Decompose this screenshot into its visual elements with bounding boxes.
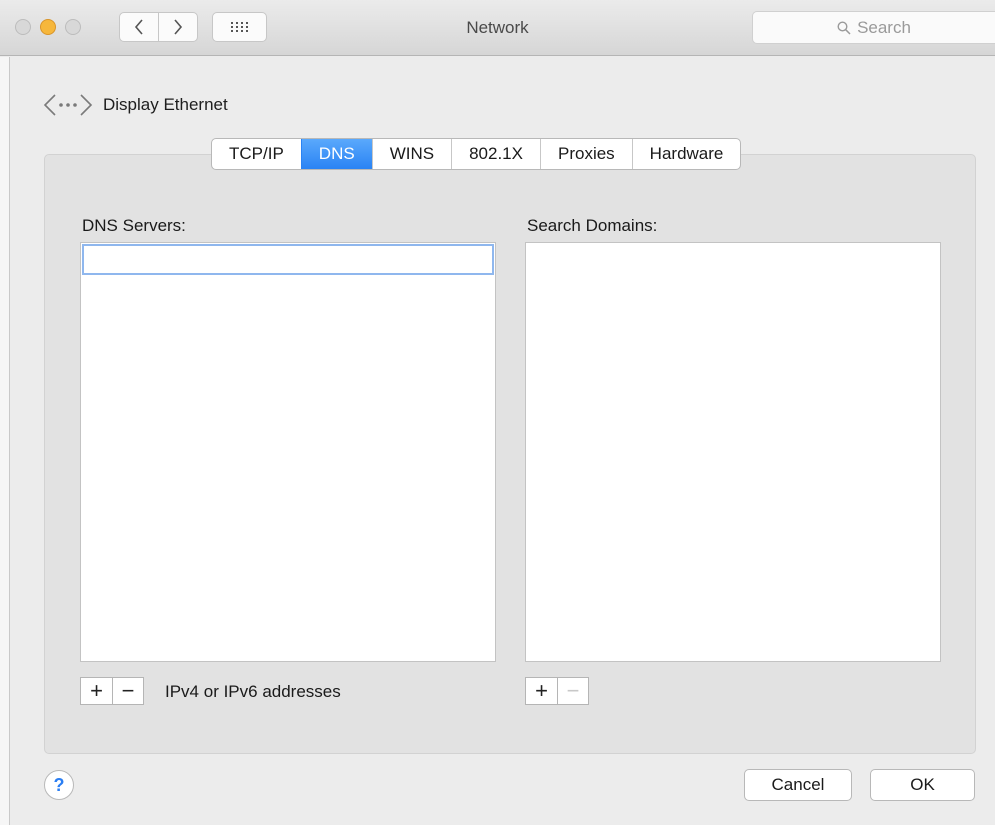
interface-name: Display Ethernet — [103, 95, 228, 114]
tab-hardware[interactable]: Hardware — [631, 139, 741, 169]
tab-wins[interactable]: WINS — [371, 139, 451, 169]
dns-servers-list[interactable] — [80, 242, 496, 662]
search-domains-label: Search Domains: — [527, 216, 658, 235]
dns-servers-label: DNS Servers: — [82, 216, 186, 235]
tab-dns[interactable]: DNS — [300, 139, 372, 169]
help-button[interactable]: ? — [44, 770, 74, 800]
add-search-domain-button[interactable]: + — [526, 678, 557, 704]
remove-search-domain-button[interactable]: − — [557, 678, 588, 704]
dns-servers-add-remove: + − — [80, 677, 144, 705]
dns-servers-hint: IPv4 or IPv6 addresses — [165, 682, 341, 701]
cancel-button[interactable]: Cancel — [744, 769, 852, 801]
ok-button[interactable]: OK — [870, 769, 975, 801]
title-bar: Network Search — [0, 0, 995, 56]
tab-bar: TCP/IP DNS WINS 802.1X Proxies Hardware — [211, 138, 742, 170]
search-domains-list[interactable] — [525, 242, 941, 662]
tab-tcp-ip[interactable]: TCP/IP — [212, 139, 301, 169]
search-icon — [837, 20, 851, 35]
tab-802-1x[interactable]: 802.1X — [451, 139, 540, 169]
ethernet-icon — [43, 94, 93, 116]
remove-dns-server-button[interactable]: − — [112, 678, 143, 704]
window-left-edge — [0, 57, 10, 825]
tab-proxies[interactable]: Proxies — [539, 139, 632, 169]
dns-server-edit-field[interactable] — [82, 244, 494, 275]
search-placeholder: Search — [857, 17, 911, 37]
interface-header: Display Ethernet — [43, 93, 228, 117]
search-field[interactable]: Search — [752, 11, 995, 44]
search-domains-add-remove: + − — [525, 677, 589, 705]
add-dns-server-button[interactable]: + — [81, 678, 112, 704]
